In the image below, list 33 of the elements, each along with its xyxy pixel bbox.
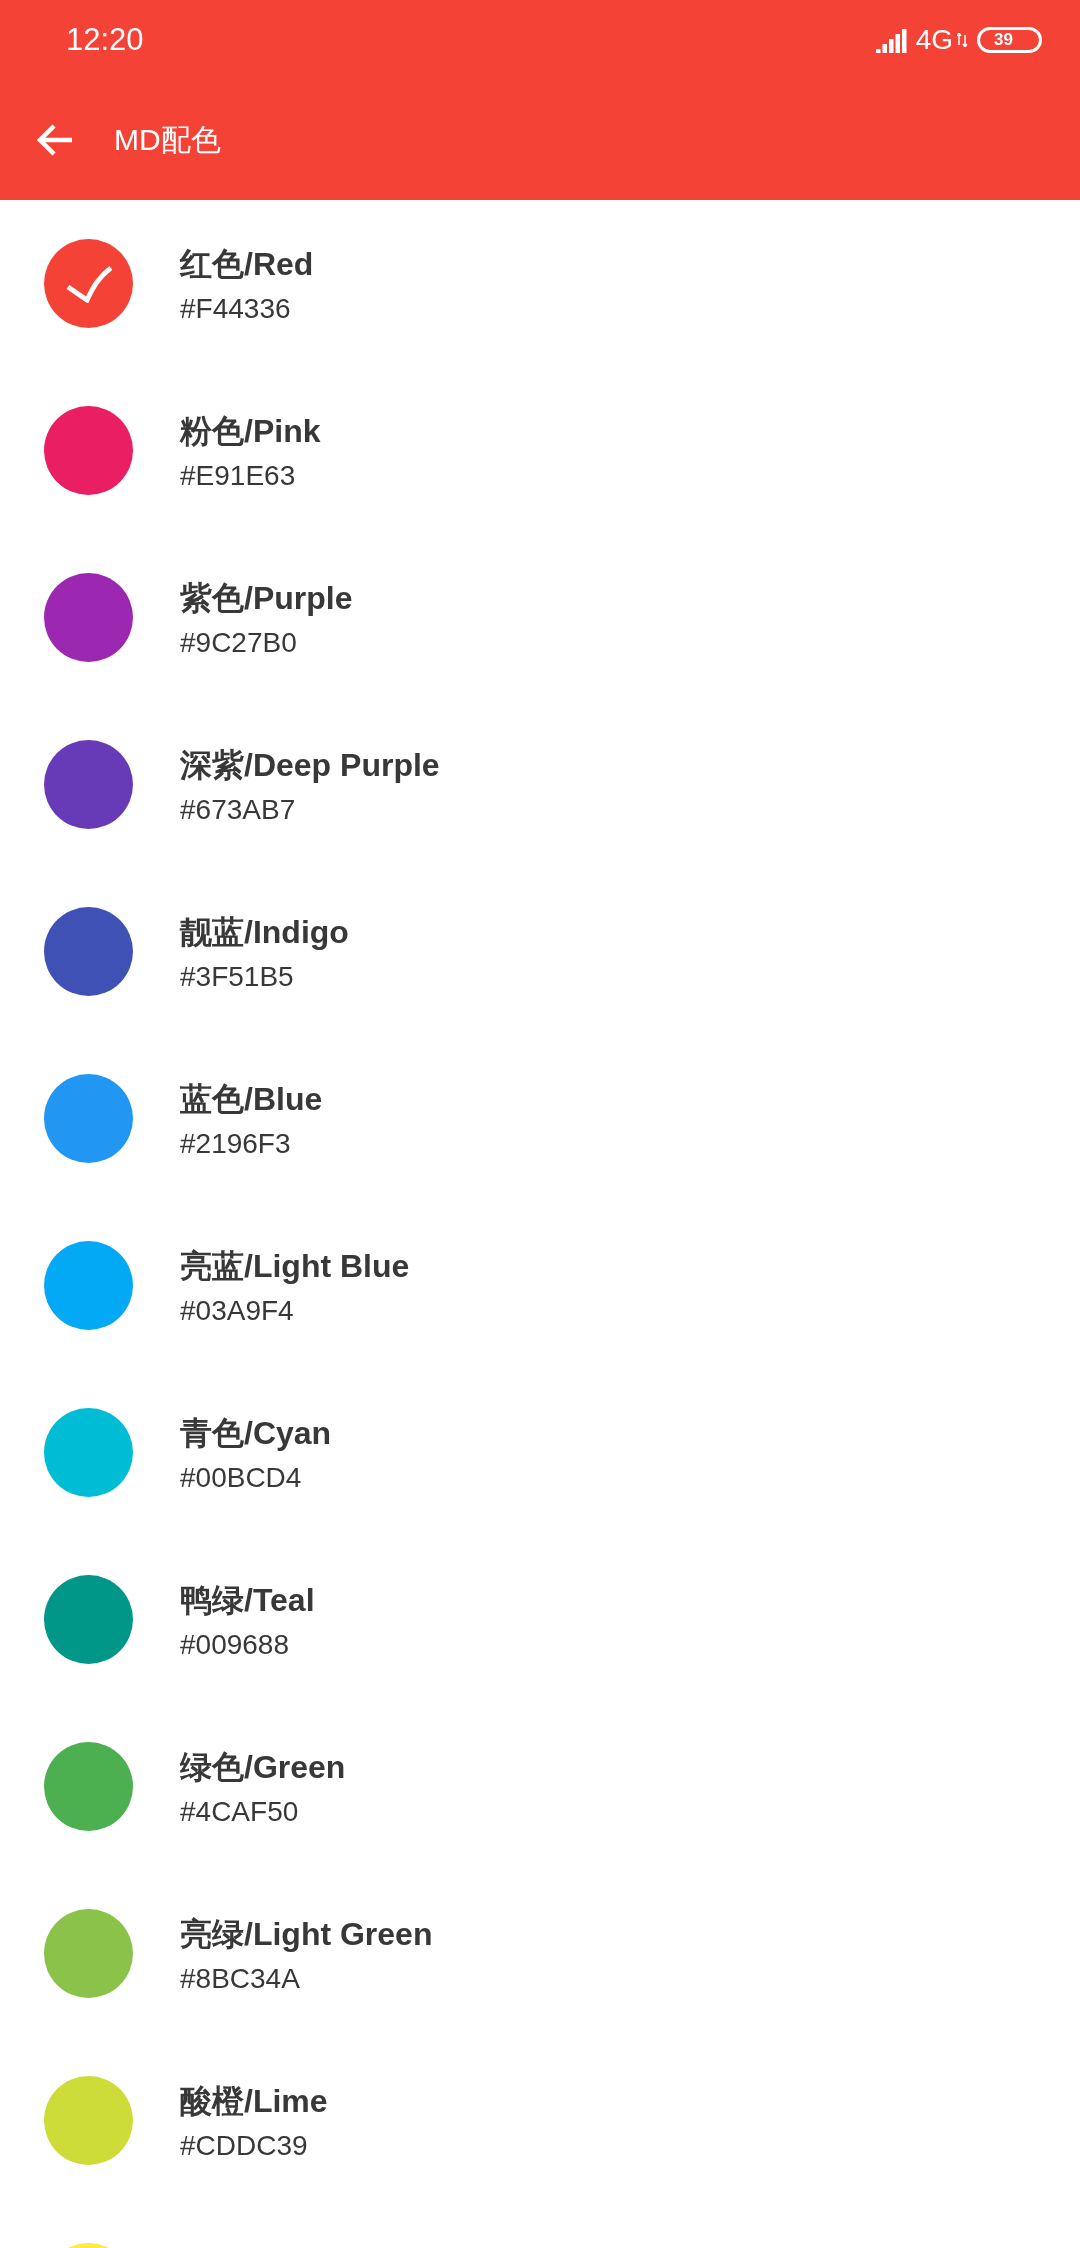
app-bar-title: MD配色 bbox=[114, 121, 221, 158]
color-name: 绿色/Green bbox=[180, 1747, 346, 1787]
color-name: 粉色/Pink bbox=[180, 411, 321, 451]
battery-indicator: 39 bbox=[977, 27, 1042, 53]
color-hex: #4CAF50 bbox=[180, 1795, 300, 1828]
check-icon bbox=[65, 264, 112, 303]
color-hex: #2196F3 bbox=[180, 1127, 292, 1160]
color-hex: #9C27B0 bbox=[180, 626, 298, 659]
color-name: 靓蓝/Indigo bbox=[180, 912, 349, 952]
color-name: 紫色/Purple bbox=[180, 578, 353, 618]
color-name: 亮绿/Light Green bbox=[180, 1914, 433, 1954]
color-name: 深紫/Deep Purple bbox=[180, 745, 440, 785]
color-hex: #3F51B5 bbox=[180, 960, 295, 993]
network-type: 4G bbox=[915, 24, 954, 56]
back-button[interactable] bbox=[36, 123, 74, 157]
color-name: 红色/Red bbox=[180, 244, 314, 284]
color-hex: #E91E63 bbox=[180, 459, 297, 492]
color-hex: #00BCD4 bbox=[180, 1461, 303, 1494]
color-name: 青色/Cyan bbox=[180, 1413, 332, 1453]
status-time: 12:20 bbox=[66, 22, 145, 58]
signal-icon bbox=[875, 27, 908, 53]
color-name: 鸭绿/Teal bbox=[180, 1580, 315, 1620]
color-hex: #03A9F4 bbox=[180, 1294, 295, 1327]
color-hex: #009688 bbox=[180, 1628, 290, 1661]
color-hex: #F44336 bbox=[180, 292, 292, 325]
color-hex: #8BC34A bbox=[180, 1962, 301, 1995]
color-name: 酸橙/Lime bbox=[180, 2081, 328, 2121]
color-hex: #673AB7 bbox=[180, 793, 297, 826]
back-arrow-icon bbox=[36, 123, 74, 157]
color-hex: #CDDC39 bbox=[180, 2129, 309, 2162]
color-name: 亮蓝/Light Blue bbox=[180, 1246, 410, 1286]
data-arrows-icon bbox=[957, 33, 968, 47]
color-name: 蓝色/Blue bbox=[180, 1079, 323, 1119]
